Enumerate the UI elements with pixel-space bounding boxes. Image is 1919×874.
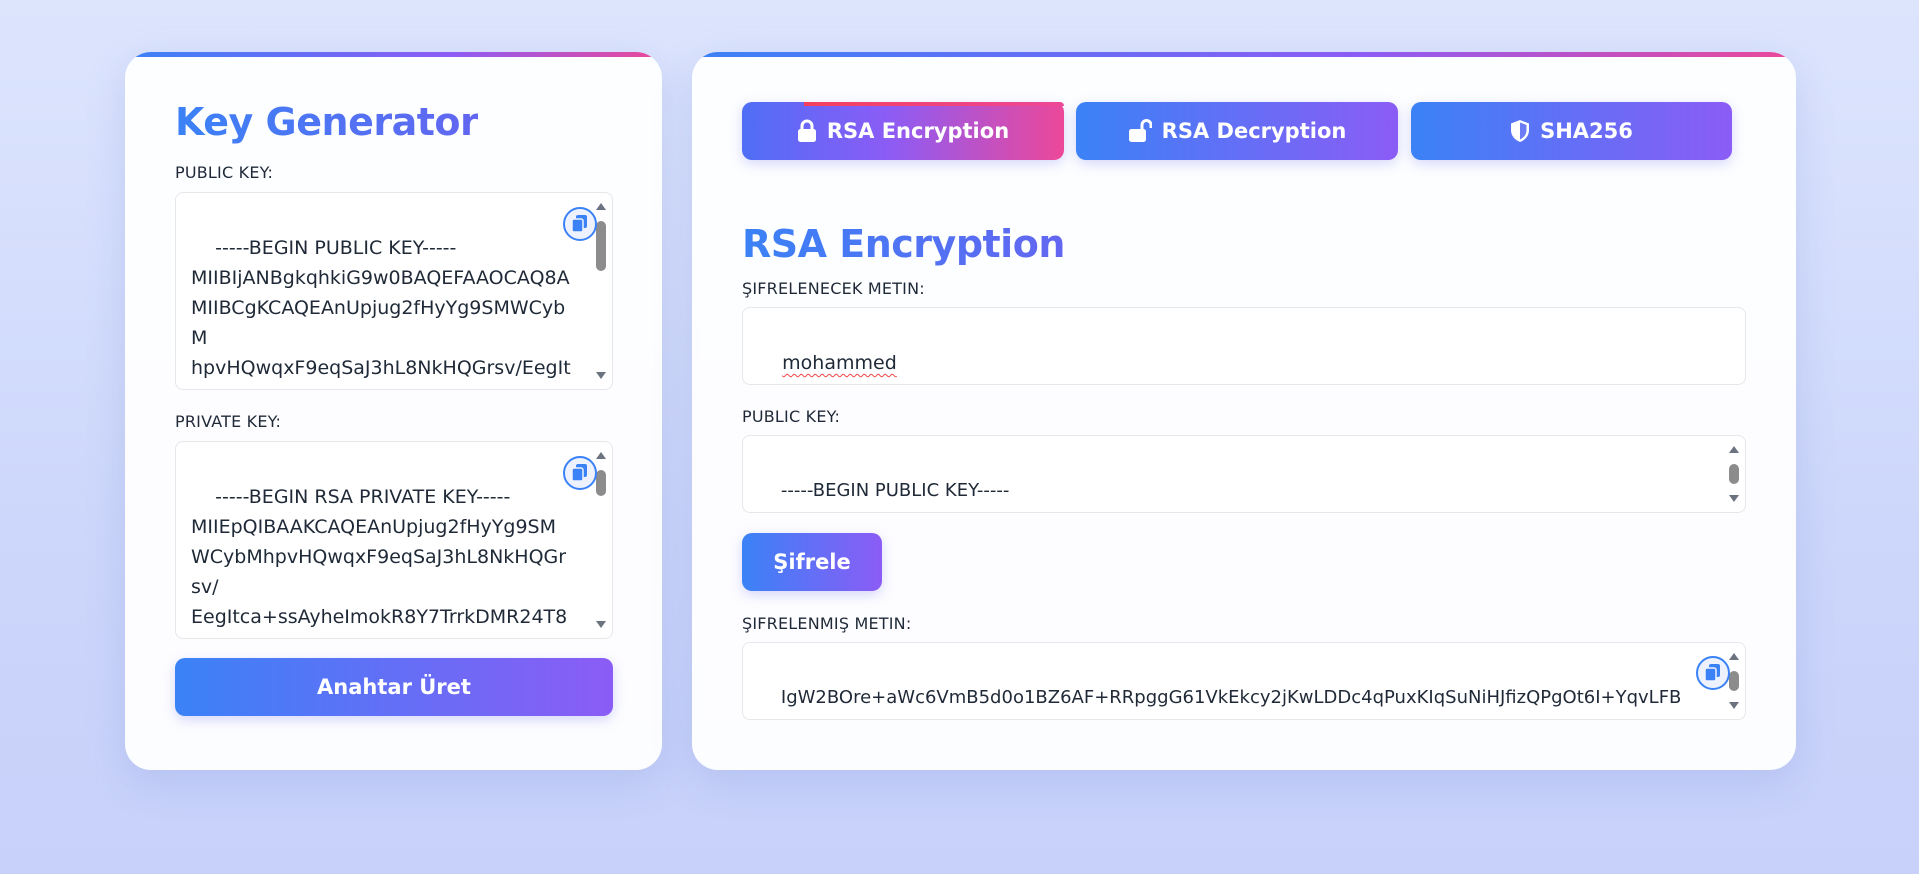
ciphertext-text: IgW2BOre+aWc6VmB5d0o1BZ6AF+RRpggG61VkEkc… [758,687,1682,719]
scroll-down-arrow-icon[interactable] [1729,702,1739,709]
encrypt-public-key-textarea[interactable]: -----BEGIN PUBLIC KEY----- MIIBIjANBgkqh… [742,435,1746,513]
copy-icon [572,215,587,233]
ciphertext-output[interactable]: IgW2BOre+aWc6VmB5d0o1BZ6AF+RRpggG61VkEkc… [742,642,1746,720]
plaintext-input[interactable]: mohammed [742,307,1746,385]
encrypt-button[interactable]: Şifrele [742,533,882,591]
public-key-textarea[interactable]: -----BEGIN PUBLIC KEY----- MIIBIjANBgkqh… [175,192,613,390]
plaintext-text: mohammed [782,352,897,374]
encrypt-public-key-label: PUBLIC KEY: [742,407,841,426]
copy-icon [1705,664,1720,682]
private-key-textarea[interactable]: -----BEGIN RSA PRIVATE KEY----- MIIEpQIB… [175,441,613,639]
tab-label: RSA Decryption [1161,119,1347,143]
shield-icon [1511,120,1530,142]
scrollbar-thumb[interactable] [596,470,606,496]
section-title: RSA Encryption [742,222,1065,266]
private-key-label: PRIVATE KEY: [175,412,282,431]
tab-label: SHA256 [1540,119,1633,143]
encrypt-public-key-text: -----BEGIN PUBLIC KEY----- MIIBIjANBgkqh… [758,480,1487,512]
copy-ciphertext-button[interactable] [1696,656,1730,690]
ciphertext-scrollbar[interactable] [1727,649,1741,713]
public-key-label: PUBLIC KEY: [175,163,274,182]
scrollbar-thumb[interactable] [1729,671,1739,691]
scroll-down-arrow-icon[interactable] [596,621,606,628]
plaintext-label: ŞIFRELENECEK METIN: [742,279,925,298]
scroll-down-arrow-icon[interactable] [596,372,606,379]
generate-keys-button[interactable]: Anahtar Üret [175,658,613,716]
scroll-up-arrow-icon[interactable] [1729,653,1739,660]
lock-icon [797,119,816,142]
scroll-down-arrow-icon[interactable] [1729,495,1739,502]
public-key-text: -----BEGIN PUBLIC KEY----- MIIBIjANBgkqh… [191,237,571,389]
tab-label: RSA Encryption [826,119,1010,143]
copy-public-key-button[interactable] [563,207,597,241]
key-generator-title: Key Generator [175,100,479,144]
tab-rsa-encryption[interactable]: RSA Encryption [742,102,1064,160]
unlock-icon [1128,119,1152,142]
scroll-up-arrow-icon[interactable] [1729,446,1739,453]
encrypt-public-key-scrollbar[interactable] [1727,442,1741,506]
ciphertext-label: ŞIFRELENMIŞ METIN: [742,614,912,633]
scrollbar-thumb[interactable] [1729,464,1739,484]
private-key-text: -----BEGIN RSA PRIVATE KEY----- MIIEpQIB… [191,486,568,638]
crypto-panel-card: RSA Encryption RSA Decryption SHA256 RSA… [692,52,1796,770]
copy-private-key-button[interactable] [563,456,597,490]
scroll-up-arrow-icon[interactable] [596,203,606,210]
tab-rsa-decryption[interactable]: RSA Decryption [1076,102,1398,160]
scrollbar-thumb[interactable] [596,221,606,271]
key-generator-card: Key Generator PUBLIC KEY: -----BEGIN PUB… [125,52,662,770]
scroll-up-arrow-icon[interactable] [596,452,606,459]
copy-icon [572,464,587,482]
tab-sha256[interactable]: SHA256 [1411,102,1732,160]
